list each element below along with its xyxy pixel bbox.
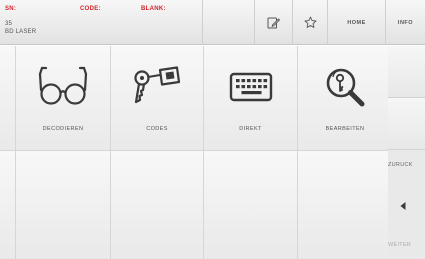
empty-tile-slot — [16, 151, 110, 259]
tile-label-bearbeiten: BEARBEITEN — [325, 126, 365, 132]
empty-tile-slot — [204, 151, 297, 259]
key-tag-icon — [134, 66, 181, 104]
chevron-left-icon — [400, 202, 406, 210]
tile-decodieren[interactable]: DECODIEREN — [16, 46, 110, 150]
top-bar-spacer — [203, 0, 255, 45]
tile-label-decodieren: DECODIEREN — [42, 126, 84, 132]
blank-label: BLANK: — [141, 6, 166, 12]
sn-label: SN: — [5, 6, 17, 12]
tile-label-codes: CODES — [146, 126, 168, 132]
tile-direkt[interactable]: DIREKT — [204, 46, 297, 150]
main-menu-grid: DECODIEREN CODES DIREKT BEARBEITEN — [0, 46, 392, 259]
tile-bearbeiten[interactable]: BEARBEITEN — [298, 46, 392, 150]
key-magnifier-icon — [326, 68, 365, 107]
glasses-icon — [38, 66, 88, 105]
side-panel-slot — [388, 46, 425, 98]
star-icon — [304, 16, 316, 28]
side-panel: ZURÜCK WEITER — [388, 46, 425, 259]
home-button[interactable]: HOME — [328, 0, 386, 45]
favorites-button[interactable] — [293, 0, 328, 45]
side-panel-slot — [388, 98, 425, 150]
machine-info-panel: SN: CODE: BLANK: 35 BD LASER — [0, 0, 203, 45]
sn-value: 35 — [5, 21, 13, 27]
top-bar: SN: CODE: BLANK: 35 BD LASER HOME INFO — [0, 0, 425, 45]
home-label: HOME — [347, 19, 366, 26]
back-label: ZURÜCK — [388, 162, 413, 168]
keyboard-icon — [229, 72, 272, 102]
tile-codes[interactable]: CODES — [111, 46, 203, 150]
code-label: CODE: — [80, 6, 101, 12]
machine-name: BD LASER — [5, 29, 37, 35]
next-label: WEITER — [388, 242, 412, 248]
grid-edge-cell — [0, 46, 15, 150]
grid-edge-cell — [0, 151, 15, 259]
page-navigation: ZURÜCK WEITER — [388, 150, 425, 259]
notes-button[interactable] — [255, 0, 293, 45]
empty-tile-slot — [298, 151, 392, 259]
empty-tile-slot — [111, 151, 203, 259]
notepad-edit-icon — [267, 17, 280, 29]
tile-label-direkt: DIREKT — [239, 126, 262, 132]
info-button[interactable]: INFO — [386, 0, 425, 45]
back-button[interactable] — [393, 196, 413, 216]
info-label: INFO — [397, 19, 414, 26]
